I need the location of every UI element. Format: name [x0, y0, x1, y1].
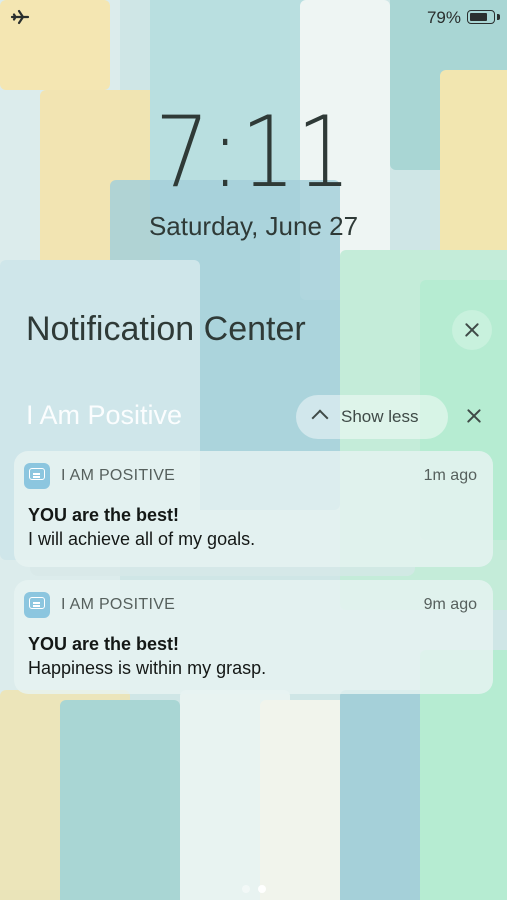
airplane-icon — [10, 7, 30, 27]
app-icon — [24, 592, 50, 618]
notification-center-close-button[interactable] — [452, 310, 492, 350]
show-less-button[interactable]: Show less — [296, 395, 448, 439]
notification-app-name: I AM POSITIVE — [61, 467, 176, 484]
notification-body: I will achieve all of my goals. — [28, 529, 256, 549]
chat-bubble-icon — [29, 468, 45, 480]
notification-time: 9m ago — [423, 596, 477, 613]
notification-title: YOU are the best! — [28, 634, 180, 654]
chat-bubble-icon — [29, 597, 45, 609]
notification-group-title: I Am Positive — [26, 400, 183, 430]
notification-title: YOU are the best! — [28, 505, 180, 525]
status-bar: 79% — [0, 0, 507, 36]
close-icon — [456, 398, 492, 434]
battery-level — [470, 13, 487, 21]
chevron-up-icon — [311, 409, 329, 427]
notification-card[interactable]: I AM POSITIVE 9m ago YOU are the best! H… — [14, 580, 493, 694]
battery-icon — [467, 10, 495, 24]
page-indicator[interactable] — [0, 880, 507, 898]
page-dot — [241, 885, 250, 893]
battery-percent: 79% — [426, 8, 461, 27]
notification-time: 1m ago — [423, 467, 477, 484]
notification-card[interactable]: I AM POSITIVE 1m ago YOU are the best! I… — [14, 451, 493, 567]
notification-center-title: Notification Center — [26, 310, 306, 348]
notification-body: Happiness is within my grasp. — [28, 658, 267, 678]
notification-stack-edge — [30, 567, 415, 576]
show-less-label: Show less — [341, 407, 419, 426]
lock-screen-time: 7:11 — [154, 96, 353, 210]
notification-app-name: I AM POSITIVE — [61, 596, 176, 613]
page-dot-active — [257, 885, 266, 893]
lock-screen-date: Saturday, June 27 — [148, 211, 359, 241]
group-clear-button[interactable] — [456, 398, 492, 434]
app-icon — [24, 463, 50, 489]
battery-nub — [497, 14, 500, 20]
close-icon — [452, 310, 492, 350]
